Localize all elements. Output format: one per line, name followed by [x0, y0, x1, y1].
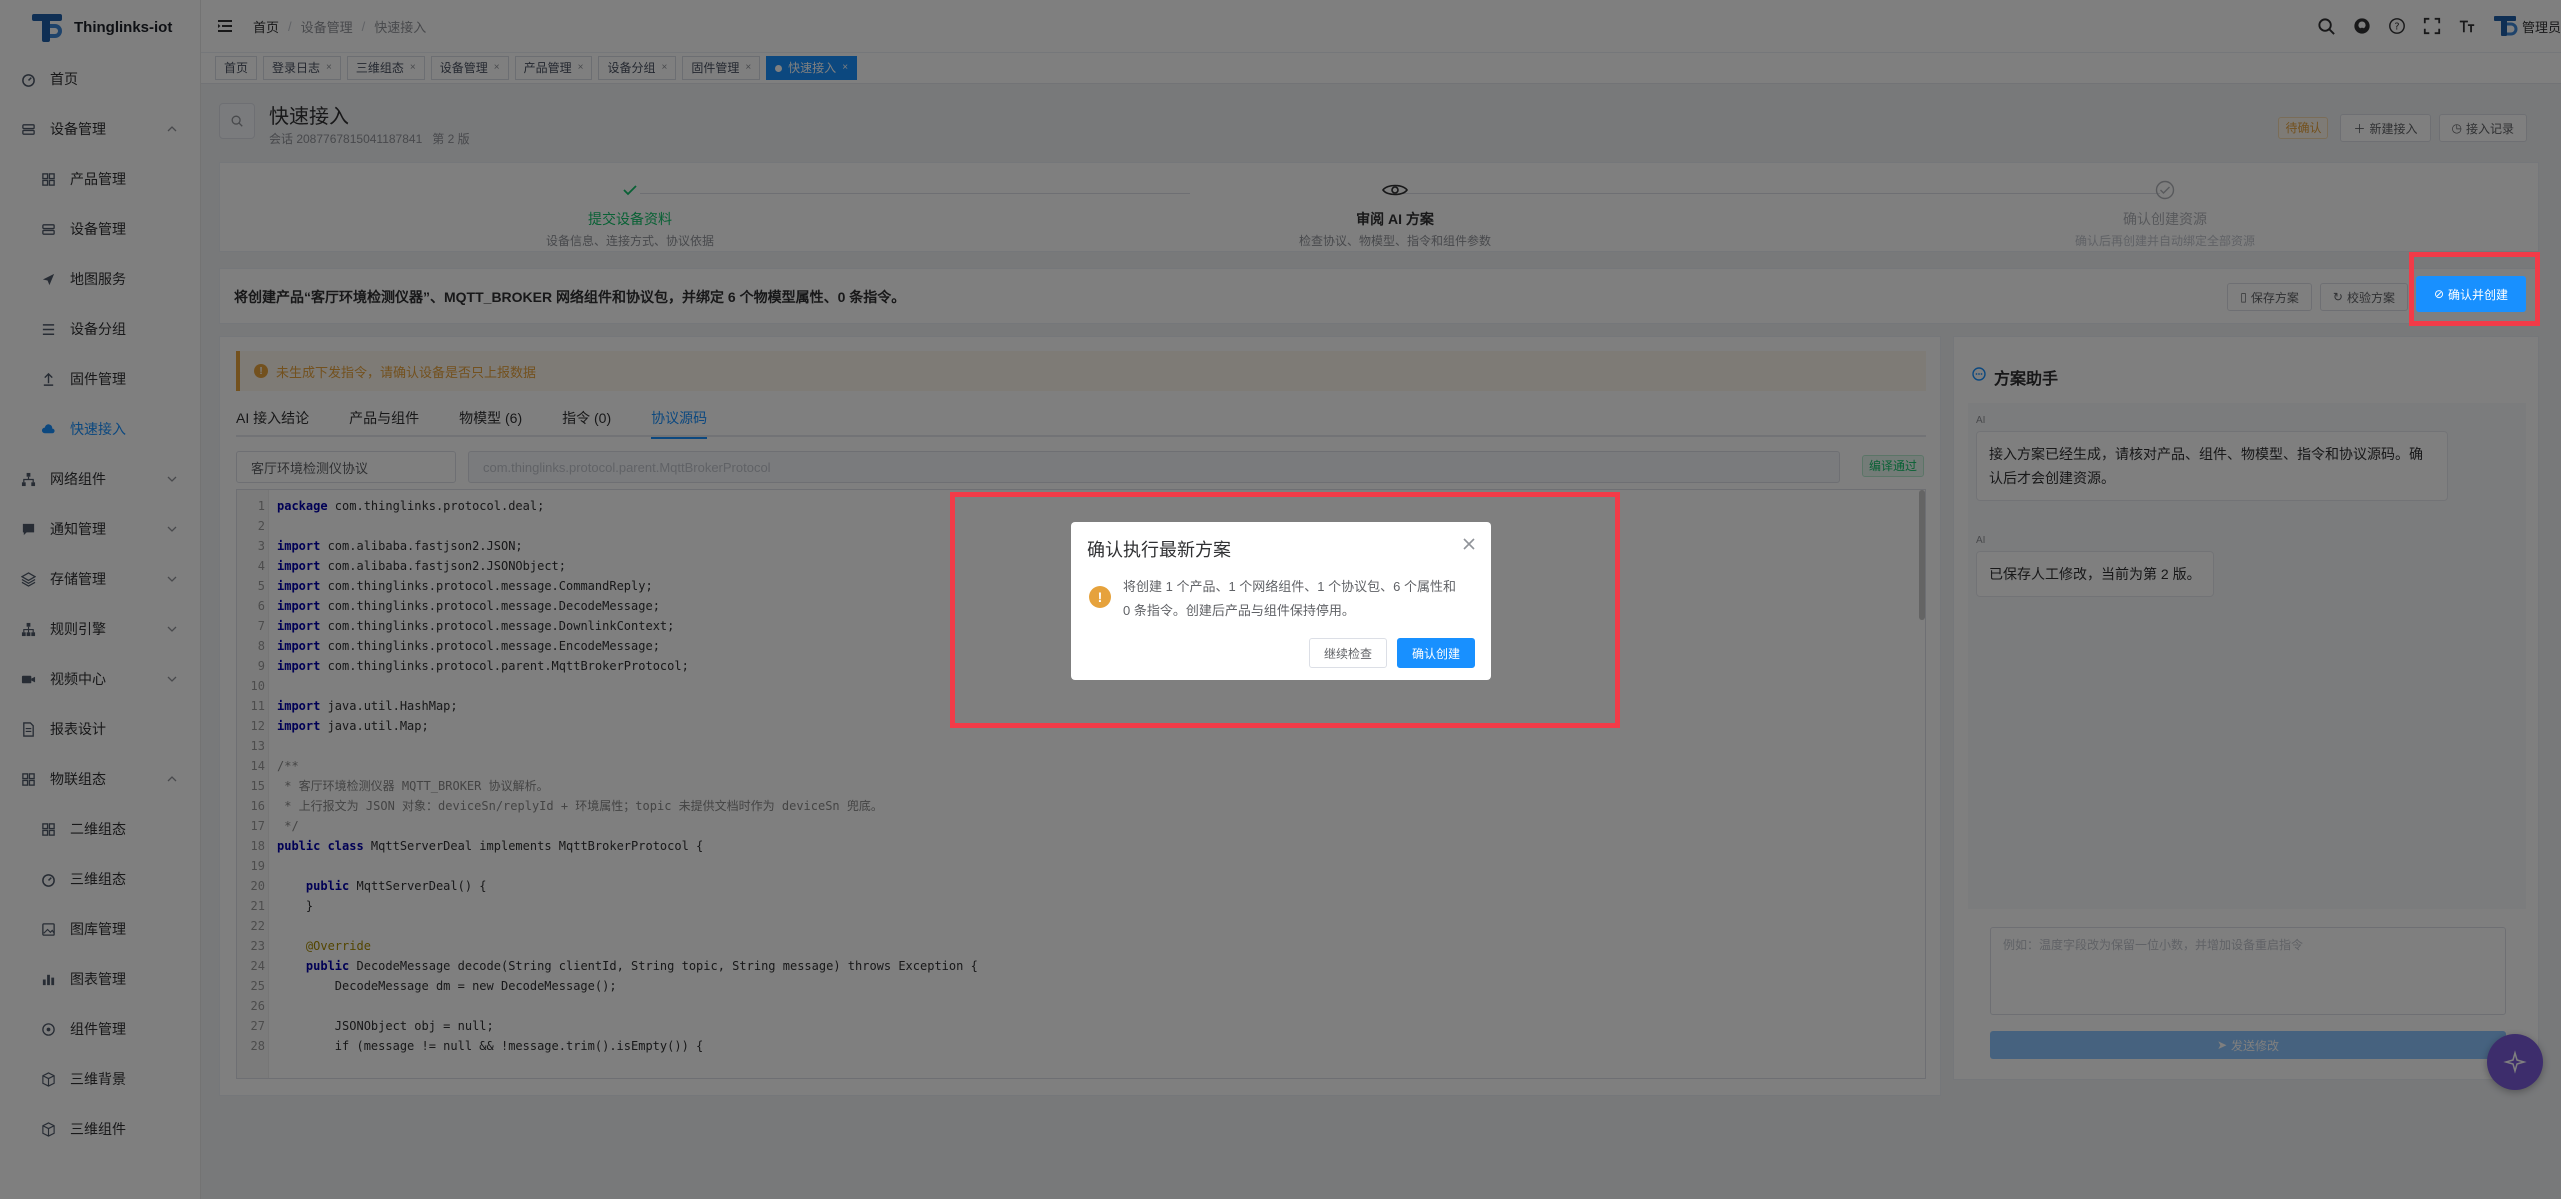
highlight-box-dialog	[950, 492, 1620, 728]
highlight-box-confirm-button	[2409, 252, 2540, 326]
